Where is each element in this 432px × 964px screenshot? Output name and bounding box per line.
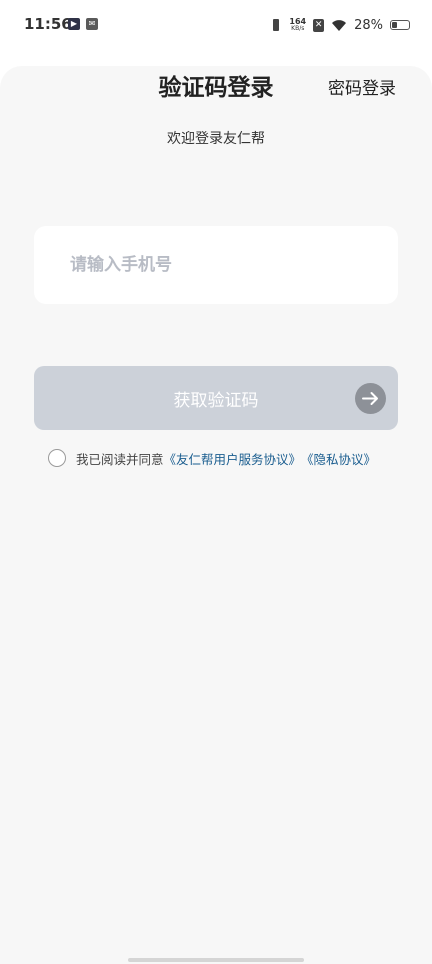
welcome-subtitle: 欢迎登录友仁帮 xyxy=(167,131,265,147)
network-speed-value: 164 xyxy=(289,17,307,26)
status-time: 11:56 xyxy=(24,15,72,33)
agreement-checkbox[interactable] xyxy=(48,449,66,467)
network-speed-unit: KB/s xyxy=(291,25,305,32)
network-speed: 164 KB/s xyxy=(289,17,307,33)
login-sheet xyxy=(0,66,432,964)
arrow-right-icon xyxy=(355,383,386,414)
phone-field-container xyxy=(34,226,398,304)
password-login-link[interactable]: 密码登录 xyxy=(328,74,396,99)
phone-input[interactable] xyxy=(70,226,370,304)
privacy-agreement-link[interactable]: 《隐私协议》 xyxy=(301,449,376,468)
status-bar: 11:56 ▶ ✉ 164 KB/s ✕ 28% xyxy=(0,0,432,52)
battery-percent: 28% xyxy=(354,17,383,33)
wifi-icon xyxy=(332,19,347,31)
status-icons: 164 KB/s ✕ 28% xyxy=(270,14,410,36)
x-icon: ✕ xyxy=(313,18,325,32)
agreement-prefix: 我已阅读并同意 xyxy=(76,451,164,467)
battery-level xyxy=(392,22,398,28)
mail-app-icon: ✉ xyxy=(86,18,98,30)
play-app-icon: ▶ xyxy=(68,18,80,30)
get-code-label: 获取验证码 xyxy=(173,391,259,411)
battery-icon xyxy=(390,20,410,30)
home-indicator[interactable] xyxy=(128,958,304,962)
get-code-button[interactable]: 获取验证码 xyxy=(34,366,398,430)
service-agreement-link[interactable]: 《友仁帮用户服务协议》 xyxy=(164,449,302,468)
agreement-row: 我已阅读并同意 《友仁帮用户服务协议》 《隐私协议》 xyxy=(48,448,376,468)
vibrate-icon xyxy=(270,18,282,32)
